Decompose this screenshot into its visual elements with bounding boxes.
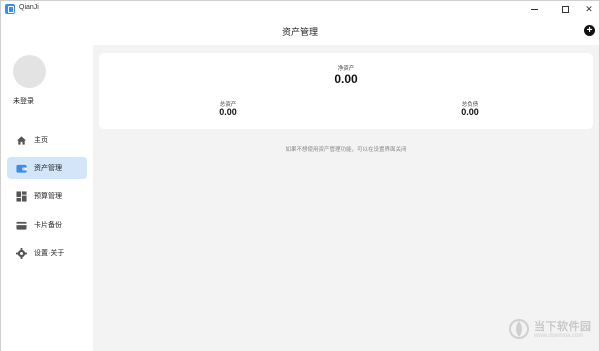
sidebar-item-budget[interactable]: 预算管理 bbox=[7, 185, 87, 207]
maximize-icon bbox=[561, 5, 569, 13]
add-button[interactable]: + bbox=[584, 25, 595, 36]
sidebar-item-assets[interactable]: 资产管理 bbox=[7, 157, 87, 179]
close-button[interactable]: ✕ bbox=[579, 2, 599, 16]
sidebar-item-home[interactable]: 主页 bbox=[7, 129, 87, 151]
sidebar-item-label: 设置·关于 bbox=[34, 250, 65, 257]
minimize-button[interactable] bbox=[524, 2, 544, 16]
net-assets-value: 0.00 bbox=[334, 72, 358, 86]
plus-icon: + bbox=[586, 25, 593, 36]
app-window: QianJi ✕ 资产管理 + 未登录 主页 资产管理 预算管理 卡片备份 设置… bbox=[0, 0, 600, 351]
net-assets-label: 净资产 bbox=[337, 66, 355, 72]
page-header: 资产管理 + bbox=[1, 17, 599, 45]
title-bar: QianJi ✕ bbox=[1, 1, 599, 17]
login-status-label[interactable]: 未登录 bbox=[13, 96, 34, 106]
sidebar-item-card-backup[interactable]: 卡片备份 bbox=[7, 214, 87, 236]
minimize-icon bbox=[530, 8, 538, 10]
gear-icon bbox=[16, 247, 27, 259]
wallet-icon bbox=[16, 164, 27, 173]
total-assets-value: 0.00 bbox=[219, 107, 237, 117]
app-title: QianJi bbox=[19, 4, 39, 11]
main-content: 净资产 0.00 总资产 0.00 总负债 0.00 如果不想使用资产管理功能，… bbox=[93, 45, 599, 351]
total-liabilities-value: 0.00 bbox=[461, 107, 479, 117]
sidebar-item-label: 主页 bbox=[34, 137, 48, 144]
page-title: 资产管理 bbox=[281, 27, 318, 37]
close-icon: ✕ bbox=[585, 3, 593, 14]
sidebar: 未登录 主页 资产管理 预算管理 卡片备份 设置·关于 bbox=[1, 45, 93, 351]
avatar[interactable] bbox=[13, 55, 46, 88]
home-icon bbox=[16, 135, 27, 145]
dashboard-icon bbox=[16, 190, 27, 202]
watermark-logo-icon bbox=[509, 319, 529, 339]
disable-hint-text: 如果不想使用资产管理功能，可以在设置界面关闭 bbox=[285, 147, 407, 153]
watermark-url: www.downxia.com bbox=[534, 333, 584, 339]
maximize-button[interactable] bbox=[555, 2, 575, 16]
app-logo-icon bbox=[5, 4, 15, 14]
asset-summary-card: 净资产 0.00 总资产 0.00 总负债 0.00 bbox=[99, 53, 593, 129]
sidebar-item-settings[interactable]: 设置·关于 bbox=[7, 242, 87, 264]
watermark: 当下软件园 www.downxia.com bbox=[506, 313, 598, 349]
sidebar-item-label: 卡片备份 bbox=[34, 222, 62, 229]
sidebar-item-label: 资产管理 bbox=[34, 165, 62, 172]
card-icon bbox=[16, 221, 27, 230]
watermark-text: 当下软件园 bbox=[534, 321, 592, 333]
sidebar-item-label: 预算管理 bbox=[34, 193, 62, 200]
